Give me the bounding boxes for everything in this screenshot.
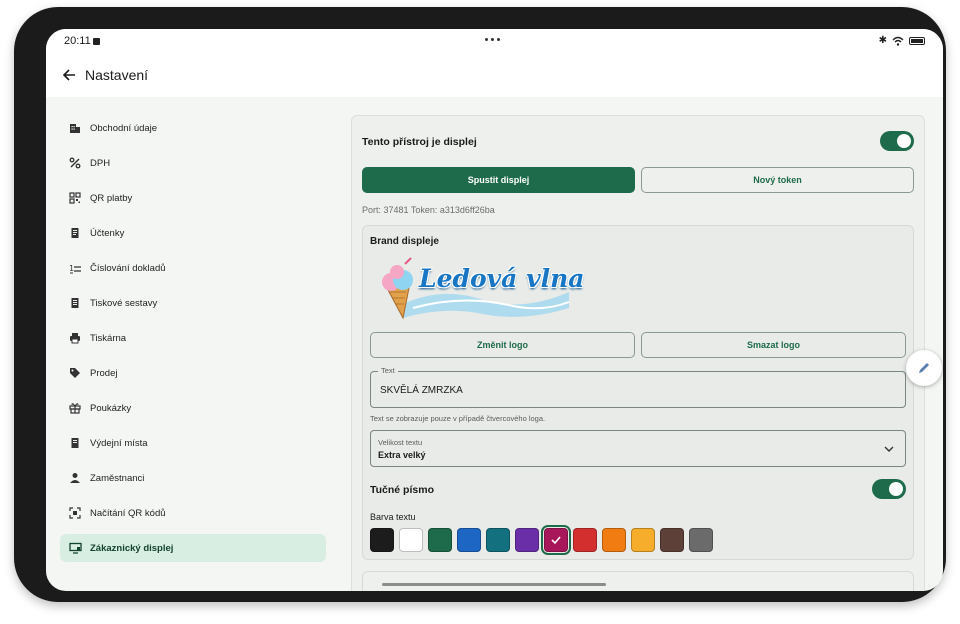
text-size-select[interactable]: Velikost textu Extra velký	[370, 430, 906, 467]
brand-text-value: SKVĚLÁ ZMRZKA	[380, 385, 463, 396]
color-swatch[interactable]	[370, 528, 394, 552]
color-swatch[interactable]	[660, 528, 684, 552]
customer-display-settings: Tento přístroj je displej Spustit disple…	[351, 115, 925, 591]
wifi-icon	[892, 36, 904, 46]
sidebar-item-receipts[interactable]: Účtenky	[60, 219, 326, 247]
settings-sidebar: Obchodní údaje DPH QR platby Účtenky 1 Č…	[46, 97, 336, 591]
sidebar-item-employees[interactable]: Zaměstnanci	[60, 464, 326, 492]
color-swatch[interactable]	[602, 528, 626, 552]
sidebar-item-label: DPH	[90, 157, 111, 169]
sidebar-item-label: Prodej	[90, 367, 118, 379]
svg-text:1: 1	[69, 264, 74, 273]
text-color-swatches	[370, 525, 713, 555]
pickup-icon	[68, 436, 82, 450]
bold-font-label: Tučné písmo	[370, 484, 434, 496]
tag-icon	[68, 366, 82, 380]
sidebar-item-vat[interactable]: DPH	[60, 149, 326, 177]
new-token-button[interactable]: Nový token	[641, 167, 914, 193]
brand-text-label: Text	[378, 366, 398, 375]
sidebar-item-vouchers[interactable]: Poukázky	[60, 394, 326, 422]
text-color-label: Barva textu	[370, 512, 416, 522]
sidebar-item-label: Výdejní místa	[90, 437, 148, 449]
display-icon	[68, 541, 82, 555]
delete-logo-button[interactable]: Smazat logo	[641, 332, 906, 358]
person-icon	[68, 471, 82, 485]
tablet-frame: 20:11 ✱ Nastavení Obchodní údaje DPH QR …	[14, 7, 946, 602]
qr-code-icon	[68, 191, 82, 205]
sidebar-item-printer[interactable]: Tiskárna	[60, 324, 326, 352]
notification-icon	[93, 38, 100, 45]
stylus-pen-icon[interactable]	[906, 350, 942, 386]
color-swatch[interactable]	[541, 525, 571, 555]
sidebar-item-label: Obchodní údaje	[90, 122, 158, 134]
check-icon	[551, 536, 561, 545]
status-bar: 20:11 ✱	[46, 29, 943, 55]
brand-title: Brand displeje	[370, 236, 439, 247]
color-swatch[interactable]	[573, 528, 597, 552]
sidebar-item-label: Zákaznický displej	[90, 542, 174, 554]
sidebar-item-label: QR platby	[90, 192, 133, 204]
page-title: Nastavení	[85, 67, 149, 83]
sidebar-item-pickup-points[interactable]: Výdejní místa	[60, 429, 326, 457]
brand-logo-text: Ledová vlna	[419, 264, 585, 293]
brand-card: Brand displeje Ledová vlna Změnit logo S…	[362, 225, 914, 560]
color-swatch[interactable]	[689, 528, 713, 552]
brand-text-field[interactable]: Text SKVĚLÁ ZMRZKA	[370, 366, 906, 408]
sidebar-item-label: Načítání QR kódů	[90, 507, 166, 519]
numbering-icon: 1	[68, 261, 82, 275]
status-time: 20:11	[64, 35, 91, 47]
next-settings-card	[362, 571, 914, 591]
chevron-down-icon	[884, 446, 894, 452]
sidebar-item-sales[interactable]: Prodej	[60, 359, 326, 387]
screen: 20:11 ✱ Nastavení Obchodní údaje DPH QR …	[46, 29, 943, 591]
is-display-toggle[interactable]	[880, 131, 914, 151]
sidebar-item-label: Účtenky	[90, 227, 125, 239]
printer-icon	[68, 331, 82, 345]
sidebar-item-business[interactable]: Obchodní údaje	[60, 114, 326, 142]
color-swatch[interactable]	[486, 528, 510, 552]
color-swatch[interactable]	[399, 528, 423, 552]
change-logo-button[interactable]: Změnit logo	[370, 332, 635, 358]
sidebar-item-reports[interactable]: Tiskové sestavy	[60, 289, 326, 317]
port-token-info: Port: 37481 Token: a313d6ff26ba	[362, 205, 495, 215]
app-bar: Nastavení	[46, 55, 943, 97]
sidebar-item-label: Tiskárna	[90, 332, 127, 344]
battery-icon	[909, 36, 925, 45]
brand-text-helper: Text se zobrazuje pouze v případě čtverc…	[370, 414, 546, 423]
text-size-value: Extra velký	[378, 450, 426, 460]
gift-icon	[68, 401, 82, 415]
report-icon	[68, 296, 82, 310]
sidebar-item-qr-payments[interactable]: QR platby	[60, 184, 326, 212]
color-swatch[interactable]	[457, 528, 481, 552]
color-swatch[interactable]	[428, 528, 452, 552]
back-arrow-icon[interactable]	[60, 66, 78, 84]
brand-logo: Ledová vlna	[373, 256, 584, 324]
sidebar-item-label: Číslování dokladů	[90, 262, 166, 274]
sidebar-item-customer-display[interactable]: Zákaznický displej	[60, 534, 326, 562]
qr-scan-icon	[68, 506, 82, 520]
multitask-dots-icon[interactable]	[485, 38, 500, 41]
sidebar-item-label: Zaměstnanci	[90, 472, 145, 484]
system-icons: ✱	[879, 35, 925, 46]
color-swatch[interactable]	[631, 528, 655, 552]
text-size-label: Velikost textu	[378, 438, 423, 447]
building-icon	[68, 121, 82, 135]
color-swatch[interactable]	[515, 528, 539, 552]
bluetooth-icon: ✱	[878, 35, 887, 46]
home-indicator[interactable]	[382, 583, 606, 586]
bold-font-toggle[interactable]	[872, 479, 906, 499]
sidebar-item-label: Tiskové sestavy	[90, 297, 158, 309]
start-display-button[interactable]: Spustit displej	[362, 167, 635, 193]
percent-icon	[68, 156, 82, 170]
sidebar-item-label: Poukázky	[90, 402, 132, 414]
sidebar-item-qr-scanning[interactable]: Načítání QR kódů	[60, 499, 326, 527]
is-display-label: Tento přístroj je displej	[362, 136, 477, 148]
receipt-icon	[68, 226, 82, 240]
sidebar-item-numbering[interactable]: 1 Číslování dokladů	[60, 254, 326, 282]
